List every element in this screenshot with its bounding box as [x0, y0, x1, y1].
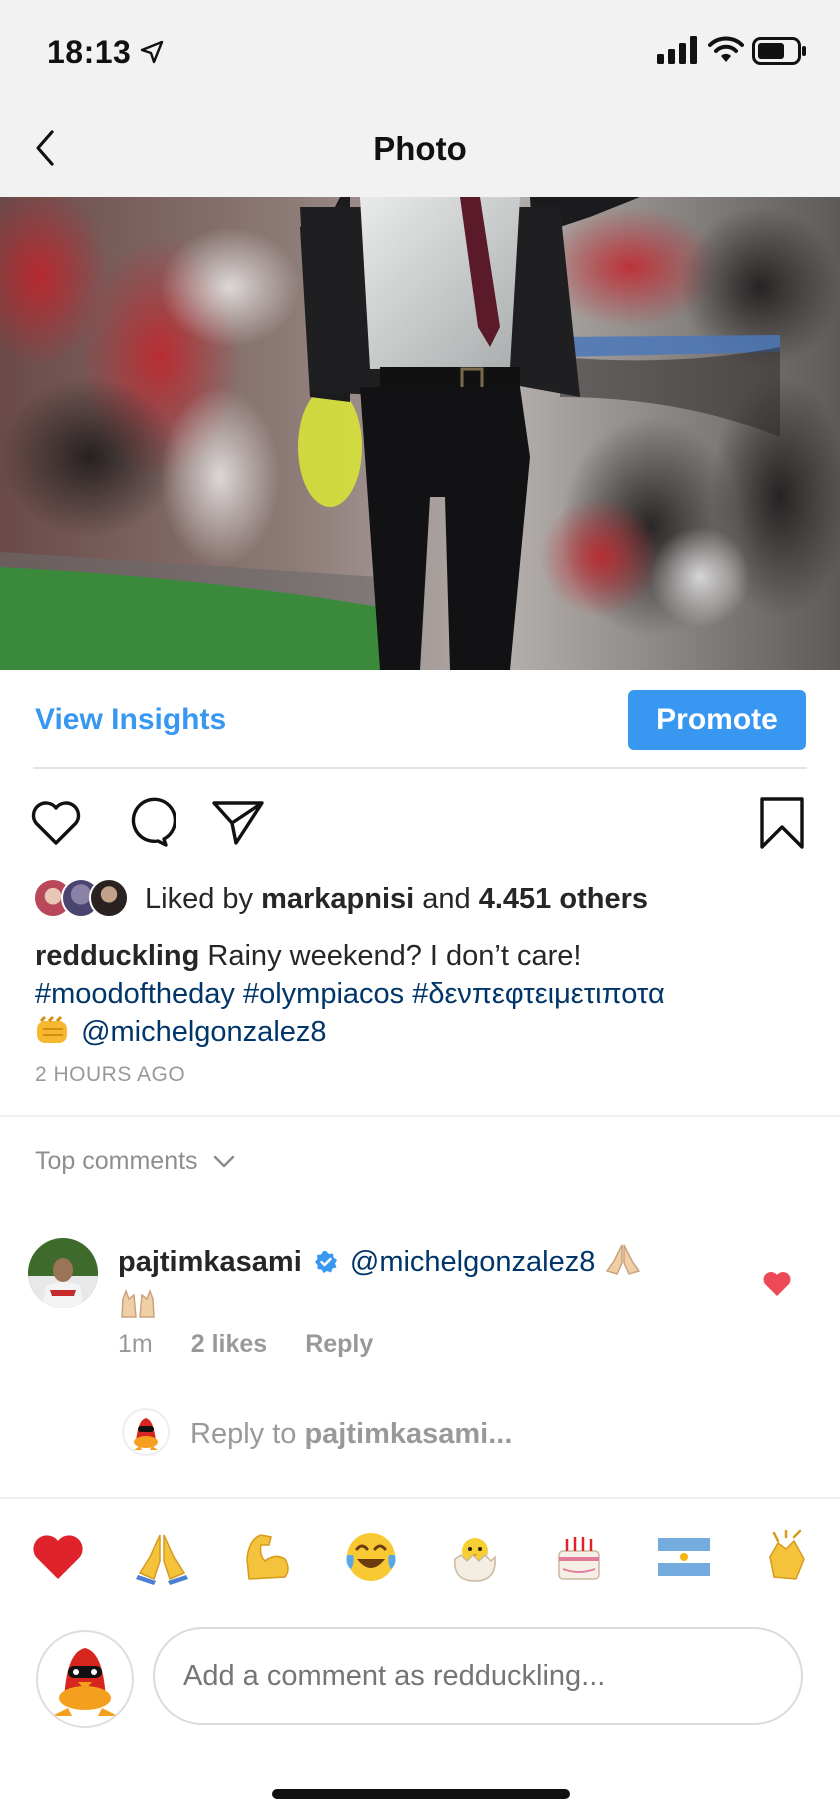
pray-emoji-icon [606, 1244, 641, 1275]
my-avatar-small [122, 1408, 170, 1456]
promote-button[interactable]: Promote [628, 690, 806, 750]
caption-mention[interactable]: @michelgonzalez8 [81, 1016, 326, 1048]
comment-meta: 1m 2 likes Reply [118, 1330, 373, 1359]
likes-user[interactable]: markapnisi [261, 883, 414, 915]
add-comment-input[interactable] [153, 1627, 803, 1725]
comment-time: 1m [118, 1330, 153, 1358]
birthday-cake-emoji-icon[interactable] [549, 1527, 609, 1587]
post-photo[interactable] [0, 197, 840, 670]
caption-hashtags[interactable]: #moodoftheday #olympiacos #δενπεφτειμετι… [35, 978, 665, 1010]
likes-and: and [422, 882, 471, 915]
battery-icon [752, 37, 806, 65]
post-caption: redduckling Rainy weekend? I don’t care!… [35, 937, 815, 1051]
chevron-down-icon [213, 1155, 234, 1167]
comment-likes[interactable]: 2 likes [191, 1330, 267, 1359]
argentina-flag-emoji-icon[interactable] [654, 1527, 714, 1587]
divider [33, 767, 807, 769]
like-heart-icon[interactable] [28, 795, 84, 851]
share-paper-plane-icon[interactable] [210, 795, 266, 851]
home-indicator[interactable] [272, 1789, 570, 1799]
reply-prefix: Reply to [190, 1418, 297, 1450]
comment-username[interactable]: pajtimkasami [118, 1246, 302, 1278]
comment-bubble-icon[interactable] [120, 795, 176, 851]
post-timestamp: 2 HOURS AGO [35, 1063, 186, 1086]
status-bar: 18:13 [0, 0, 840, 100]
comment-like-heart-icon[interactable] [762, 1270, 792, 1298]
view-insights-link[interactable]: View Insights [35, 703, 226, 737]
hatching-chick-emoji-icon[interactable] [445, 1527, 505, 1587]
divider [0, 1115, 840, 1117]
verified-badge-icon [314, 1251, 337, 1273]
joy-emoji-icon[interactable] [341, 1527, 401, 1587]
muscle-emoji-icon[interactable] [237, 1527, 297, 1587]
likes-prefix: Liked by [145, 882, 254, 915]
top-comments-toggle[interactable]: Top comments [35, 1147, 236, 1176]
wifi-icon [708, 36, 744, 62]
status-time: 18:13 [47, 34, 132, 70]
caption-username[interactable]: redduckling [35, 940, 199, 972]
comment-text: pajtimkasami @michelgonzalez8 [118, 1240, 738, 1328]
liker-avatar [89, 878, 129, 918]
comment-mention[interactable]: @michelgonzalez8 [350, 1246, 595, 1278]
photo-illustration [0, 197, 840, 670]
top-comments-label: Top comments [35, 1147, 198, 1175]
reply-user: pajtimkasami... [304, 1418, 513, 1450]
raised-hands-emoji-icon [121, 1288, 155, 1318]
reply-to-field[interactable]: Reply to pajtimkasami... [190, 1418, 512, 1451]
pray-emoji-icon[interactable] [132, 1527, 192, 1587]
heart-emoji-icon[interactable] [28, 1527, 88, 1587]
likes-text: Liked by markapnisi and 4.451 others [145, 883, 648, 916]
liker-avatars [33, 878, 133, 920]
likes-summary[interactable]: Liked by markapnisi and 4.451 others [33, 877, 648, 921]
quick-emoji-bar [28, 1527, 818, 1587]
divider [0, 1497, 840, 1499]
location-arrow-icon [140, 40, 164, 64]
avatar[interactable] [28, 1238, 98, 1308]
caption-text: Rainy weekend? I don’t care! [207, 940, 582, 972]
fist-emoji-icon [37, 1015, 67, 1043]
signal-icon [657, 36, 697, 64]
likes-count[interactable]: 4.451 others [479, 883, 648, 915]
comment-reply-button[interactable]: Reply [305, 1330, 373, 1359]
my-avatar [36, 1630, 134, 1728]
page-title: Photo [373, 130, 467, 167]
clap-emoji-icon[interactable] [758, 1527, 818, 1587]
bookmark-icon[interactable] [754, 795, 810, 851]
